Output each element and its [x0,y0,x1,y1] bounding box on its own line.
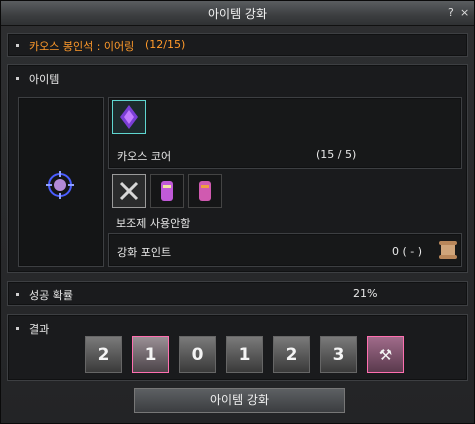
result-tile-text: 1 [238,344,251,365]
aux-label: 보조제 사용안함 [116,217,191,230]
seal-label: 카오스 봉인석 : 이어링 [29,40,135,53]
success-label: 성공 확률 [29,289,73,302]
potion-icon [161,181,173,201]
seal-panel: 카오스 봉인석 : 이어링 (12/15) [7,33,468,57]
no-aux-slot[interactable] [112,174,146,208]
result-tile-text: 2 [97,344,110,365]
aux-item-slot-1[interactable] [150,174,184,208]
success-bullet [16,293,19,296]
item-slot[interactable] [18,97,104,267]
result-tile-destroy: ⚒ [367,336,404,373]
enhance-button[interactable]: 아이템 강화 [134,388,345,413]
result-tile-text: 0 [191,344,204,365]
help-button[interactable]: ? [448,6,454,19]
potion-icon [199,181,211,201]
item-bullet [16,77,19,80]
result-tile-text: 1 [144,344,157,365]
result-tile-up-1: 1 [226,336,263,373]
success-value: 21% [353,287,378,300]
result-tile-text: 3 [332,344,345,365]
chaos-core-slot[interactable] [112,100,146,134]
item-enhance-window: 아이템 강화 ? × 카오스 봉인석 : 이어링 (12/15) 아이템 카오스… [0,0,475,424]
item-section-label: 아이템 [29,73,60,86]
result-tile-up-2: 2 [273,336,310,373]
result-tile-down-2: 2 [85,336,122,373]
close-button[interactable]: × [460,6,469,19]
chaos-core-count: (15 / 5) [316,148,357,161]
title-bar[interactable]: 아이템 강화 ? × [1,1,474,26]
points-panel: 강화 포인트 0 ( - ) [108,233,462,267]
hammer-icon: ⚒ [378,345,393,364]
aux-item-slot-2[interactable] [188,174,222,208]
x-icon [119,181,139,201]
result-tile-up-3: 3 [320,336,357,373]
result-tile-text: 2 [285,344,298,365]
points-value: 0 ( - ) [392,245,423,258]
result-tile-down-1-selected: 1 [132,336,169,373]
chaos-core-icon [120,105,138,129]
result-tile-zero: 0 [179,336,216,373]
seal-bullet [16,44,19,47]
success-panel: 성공 확률 21% [7,281,468,306]
scroll-icon[interactable] [436,238,460,262]
seal-count: (12/15) [145,38,186,51]
core-panel: 카오스 코어 (15 / 5) [108,97,462,169]
window-title: 아이템 강화 [207,7,267,21]
chaos-core-label: 카오스 코어 [117,150,172,163]
result-label: 결과 [29,323,50,336]
result-panel: 결과 2 1 0 1 2 3 ⚒ [7,314,468,381]
item-panel: 아이템 카오스 코어 (15 / 5) 보조제 사용안함 강화 포인트 0 (… [7,64,468,273]
points-label: 강화 포인트 [117,246,172,259]
earring-item-icon [46,171,74,199]
result-bullet [16,327,19,330]
